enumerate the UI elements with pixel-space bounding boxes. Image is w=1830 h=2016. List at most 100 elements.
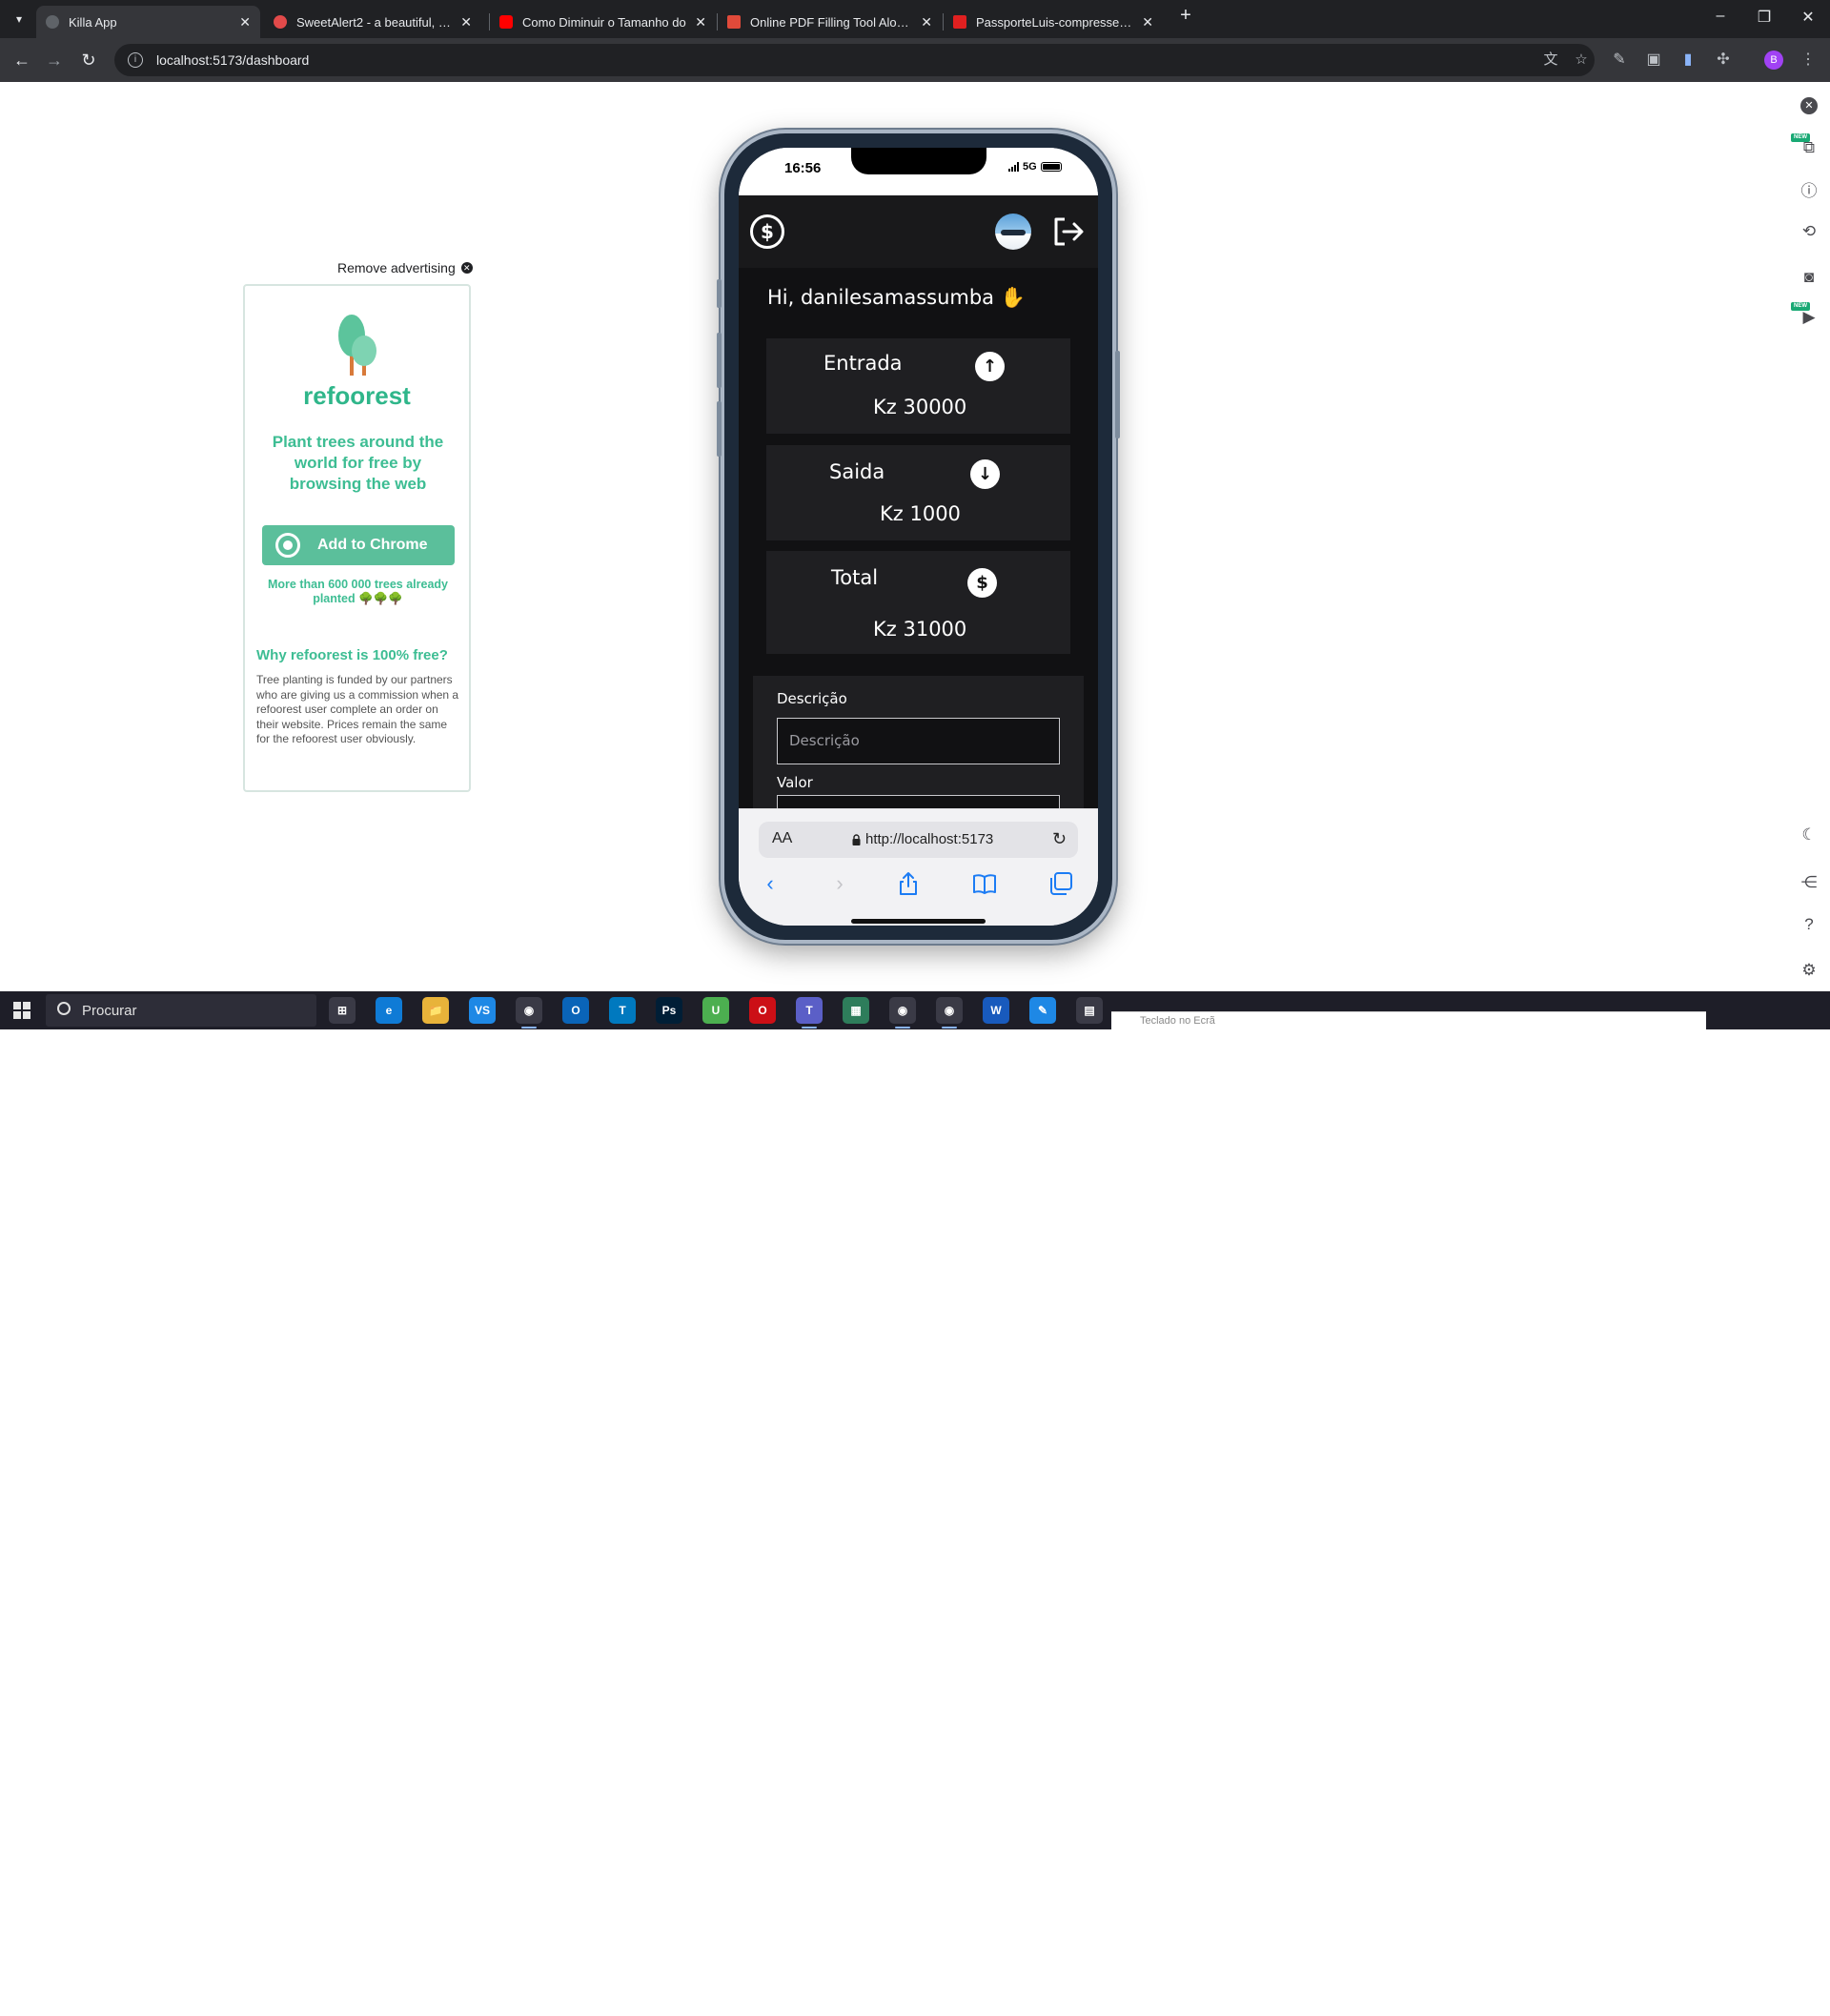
minimize-icon[interactable]: – xyxy=(1698,8,1742,25)
close-tab-icon[interactable]: ✕ xyxy=(239,14,251,31)
info-icon[interactable]: ⓘ xyxy=(1797,179,1821,204)
taskbar-app-icon[interactable]: W xyxy=(983,997,1009,1024)
close-window-icon[interactable]: ✕ xyxy=(1786,8,1830,27)
back-icon[interactable]: ← xyxy=(10,48,34,72)
add-to-chrome-label: Add to Chrome xyxy=(317,537,428,553)
notifications-icon[interactable]: ▭2 xyxy=(1794,1992,1813,2011)
safari-back-icon[interactable]: ‹ xyxy=(757,870,783,897)
description-input[interactable]: Descrição xyxy=(777,718,1060,764)
bookmarks-icon[interactable] xyxy=(971,870,998,897)
docs-extension-icon[interactable]: ▮ xyxy=(1678,50,1698,71)
pdf-favicon-icon xyxy=(953,15,966,29)
total-amount: Kz 31000 xyxy=(873,618,967,641)
close-tab-icon[interactable]: ✕ xyxy=(460,14,472,31)
pen-extension-icon[interactable]: ✎ xyxy=(1609,50,1630,71)
safari-reload-icon[interactable]: ↻ xyxy=(1052,829,1067,849)
why-free-text: Tree planting is funded by our partners … xyxy=(256,673,459,745)
taskbar-app-icon[interactable]: ◉ xyxy=(889,997,916,1024)
address-bar[interactable]: i localhost:5173/dashboard 文 ☆ xyxy=(114,44,1595,76)
taskbar-app-icon[interactable]: ▤ xyxy=(1076,997,1103,1024)
close-tab-icon[interactable]: ✕ xyxy=(1142,14,1153,31)
arrow-up-icon: ↑ xyxy=(975,352,1005,381)
more-menu-icon[interactable]: ⋮ xyxy=(1798,50,1819,71)
forward-icon[interactable]: → xyxy=(42,48,67,72)
sweetalert-favicon-icon xyxy=(274,15,287,29)
status-indicators: 5G xyxy=(1008,161,1062,173)
on-screen-keyboard-window[interactable]: Teclado no Ecrã xyxy=(1111,1011,1706,1029)
site-info-icon[interactable]: i xyxy=(128,52,143,68)
windows-start-icon[interactable] xyxy=(13,1002,30,1019)
arrow-down-icon: ↓ xyxy=(970,459,1000,489)
taskbar-search-input[interactable]: Procurar xyxy=(46,994,316,1027)
running-indicator xyxy=(895,1027,910,1028)
battery-icon xyxy=(1040,162,1062,172)
chrome-icon xyxy=(275,533,300,558)
restore-icon[interactable]: ❐ xyxy=(1742,8,1786,27)
globe-icon xyxy=(46,15,59,29)
video-record-icon[interactable]: ▶ xyxy=(1797,305,1821,330)
bookmark-star-icon[interactable]: ☆ xyxy=(1573,51,1590,69)
taskbar-clock[interactable]: 16:56 11/09/2024 xyxy=(1711,1985,1787,2016)
tab-search-chevron-icon[interactable]: ▾ xyxy=(7,7,31,31)
tab-passport-pdf[interactable]: PassporteLuis-compressed.pdf ✕ xyxy=(944,6,1163,38)
tab-title: PassporteLuis-compressed.pdf xyxy=(976,14,1135,30)
taskbar-app-icon[interactable]: ⊞ xyxy=(329,997,356,1024)
taskbar-app-icon[interactable]: U xyxy=(702,997,729,1024)
tab-pdf-filling[interactable]: Online PDF Filling Tool Along w ✕ xyxy=(718,6,942,38)
share-nodes-icon[interactable]: ⋲ xyxy=(1797,870,1821,895)
taskbar-app-icon[interactable]: ◉ xyxy=(936,997,963,1024)
expense-card: Saida ↓ Kz 1000 xyxy=(766,445,1070,540)
close-circle-icon: ✕ xyxy=(460,262,473,274)
taskbar-app-icon[interactable]: e xyxy=(376,997,402,1024)
pdf-extension-icon[interactable]: ▣ xyxy=(1643,50,1664,71)
text-size-button[interactable]: AA xyxy=(772,830,792,847)
screenshot-camera-icon[interactable]: ◙ xyxy=(1797,265,1821,290)
network-type: 5G xyxy=(1023,161,1037,173)
phone-volume-down-button xyxy=(717,401,722,457)
expense-amount: Kz 1000 xyxy=(880,502,961,525)
settings-gear-icon[interactable]: ⚙ xyxy=(1797,958,1821,983)
safari-forward-icon[interactable]: › xyxy=(826,870,853,897)
taskbar-app-icon[interactable]: VS xyxy=(469,997,496,1024)
taskbar-app-icon[interactable]: ◉ xyxy=(516,997,542,1024)
translate-icon[interactable]: 文 xyxy=(1542,51,1559,69)
taskbar-app-icon[interactable]: Ps xyxy=(656,997,682,1024)
user-avatar[interactable] xyxy=(995,214,1031,250)
taskbar-time: 16:56 xyxy=(1735,1987,1763,1999)
reload-icon[interactable]: ↻ xyxy=(76,48,101,72)
extensions-puzzle-icon[interactable]: ✣ xyxy=(1713,50,1734,71)
greeting: Hi, danilesamassumba ✋ xyxy=(767,286,1026,310)
profile-avatar[interactable]: B xyxy=(1764,51,1783,70)
taskbar-app-icon[interactable]: T xyxy=(609,997,636,1024)
tab-youtube[interactable]: Como Diminuir o Tamanho do ✕ xyxy=(490,6,716,38)
safari-address-bar[interactable]: AA http://localhost:5173 ↻ xyxy=(759,822,1078,858)
description-label: Descrição xyxy=(777,690,847,707)
refoorest-ad[interactable]: refoorest Plant trees around the world f… xyxy=(243,284,471,792)
new-tab-button[interactable]: + xyxy=(1164,5,1208,27)
taskbar-app-icon[interactable]: T xyxy=(796,997,823,1024)
taskbar-app-icon[interactable]: 📁 xyxy=(422,997,449,1024)
taskbar-app-icon[interactable]: O xyxy=(562,997,589,1024)
add-to-chrome-button[interactable]: Add to Chrome xyxy=(262,525,455,565)
device-layout-icon[interactable]: ⧉ xyxy=(1797,135,1821,160)
tabs-icon[interactable] xyxy=(1047,870,1074,897)
logout-icon[interactable] xyxy=(1051,214,1086,249)
close-tab-icon[interactable]: ✕ xyxy=(921,14,932,31)
taskbar-app-icon[interactable]: ▦ xyxy=(843,997,869,1024)
dark-mode-moon-icon[interactable]: ☾ xyxy=(1797,823,1821,847)
tab-killa-app[interactable]: Killa App ✕ xyxy=(36,6,260,38)
phone-volume-up-button xyxy=(717,333,722,388)
killa-app-dashboard: $ Hi, danilesamassumba ✋ Entrada ↑ Kz 30… xyxy=(739,195,1098,808)
rotate-icon[interactable]: ⟲ xyxy=(1797,219,1821,244)
tab-sweetalert[interactable]: SweetAlert2 - a beautiful, respo ✕ xyxy=(264,6,481,38)
dollar-logo-icon[interactable]: $ xyxy=(750,214,784,249)
help-icon[interactable]: ? xyxy=(1797,912,1821,937)
taskbar-app-icon[interactable]: O xyxy=(749,997,776,1024)
taskbar-app-icon[interactable]: ✎ xyxy=(1029,997,1056,1024)
close-emulator-icon[interactable]: ✕ xyxy=(1797,92,1821,116)
value-input[interactable] xyxy=(777,795,1060,808)
close-tab-icon[interactable]: ✕ xyxy=(695,14,706,31)
remove-advertising-link[interactable]: Remove advertising ✕ xyxy=(337,260,473,275)
share-icon[interactable] xyxy=(895,870,922,897)
transaction-form: Descrição Descrição Valor xyxy=(753,676,1084,808)
